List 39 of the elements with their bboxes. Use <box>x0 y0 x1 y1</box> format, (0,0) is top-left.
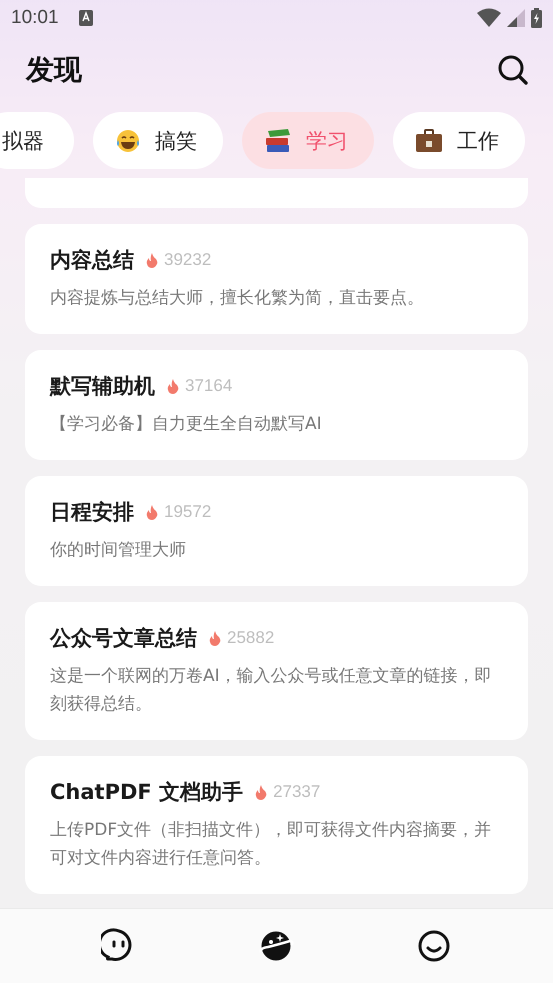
popularity-count: 19572 <box>164 502 212 522</box>
category-tab[interactable]: 拟器 <box>0 112 74 169</box>
fire-icon <box>209 630 221 646</box>
card-title: 日程安排 <box>50 499 134 526</box>
card-description: 内容提炼与总结大师，擅长化繁为简，直击要点。 <box>50 287 425 310</box>
battery-icon <box>531 8 542 28</box>
category-tab[interactable]: 搞笑 <box>93 112 223 169</box>
laughing-face-icon <box>115 128 141 154</box>
bot-card[interactable]: 公众号文章总结 25882 这是一个联网的万卷AI，输入公众号或任意文章的链接，即刻获得总结。 <box>25 602 528 740</box>
popularity-count: 37164 <box>185 376 232 396</box>
signal-icon <box>507 9 525 27</box>
briefcase-icon <box>415 128 443 154</box>
bot-card[interactable]: ChatPDF 文档助手 27337 上传PDF文件（非扫描文件），即可获得文件内容摘要，并可对文件内容进行任意问答。 <box>25 756 528 894</box>
fire-icon <box>167 378 179 394</box>
card-description: 上传PDF文件（非扫描文件），即可获得文件内容摘要，并可对文件内容进行任意问答。 <box>50 819 492 870</box>
category-tab[interactable]: 工作 <box>393 112 525 169</box>
card-description: 这是一个联网的万卷AI，输入公众号或任意文章的链接，即刻获得总结。 <box>50 665 493 716</box>
bot-card[interactable]: 日程安排 19572 你的时间管理大师 <box>25 476 528 586</box>
wifi-icon <box>477 8 501 28</box>
keyboard-icon <box>78 10 93 26</box>
card-description: 【学习必备】自力更生全自动默写AI <box>50 413 323 436</box>
card-title: ChatPDF 文档助手 <box>50 779 244 806</box>
fire-icon <box>146 252 158 268</box>
card-title: 默写辅助机 <box>50 373 155 400</box>
search-button[interactable] <box>497 54 529 86</box>
bot-card[interactable]: 内容总结 39232 内容提炼与总结大师，擅长化繁为简，直击要点。 <box>25 224 528 334</box>
status-time: 10:01 <box>11 7 59 29</box>
popularity-count: 39232 <box>164 250 212 270</box>
page-title: 发现 <box>26 52 82 88</box>
smiley-icon[interactable] <box>416 928 452 964</box>
card-description: 你的时间管理大师 <box>50 539 187 562</box>
fire-icon <box>146 504 158 520</box>
card-title: 内容总结 <box>50 247 134 274</box>
popularity-count: 25882 <box>227 628 274 648</box>
popularity-count: 27337 <box>273 782 320 802</box>
fire-icon <box>255 784 268 800</box>
card-title: 公众号文章总结 <box>50 625 197 652</box>
books-icon <box>264 128 292 154</box>
bot-card[interactable]: 默写辅助机 37164 【学习必备】自力更生全自动默写AI <box>25 350 528 460</box>
